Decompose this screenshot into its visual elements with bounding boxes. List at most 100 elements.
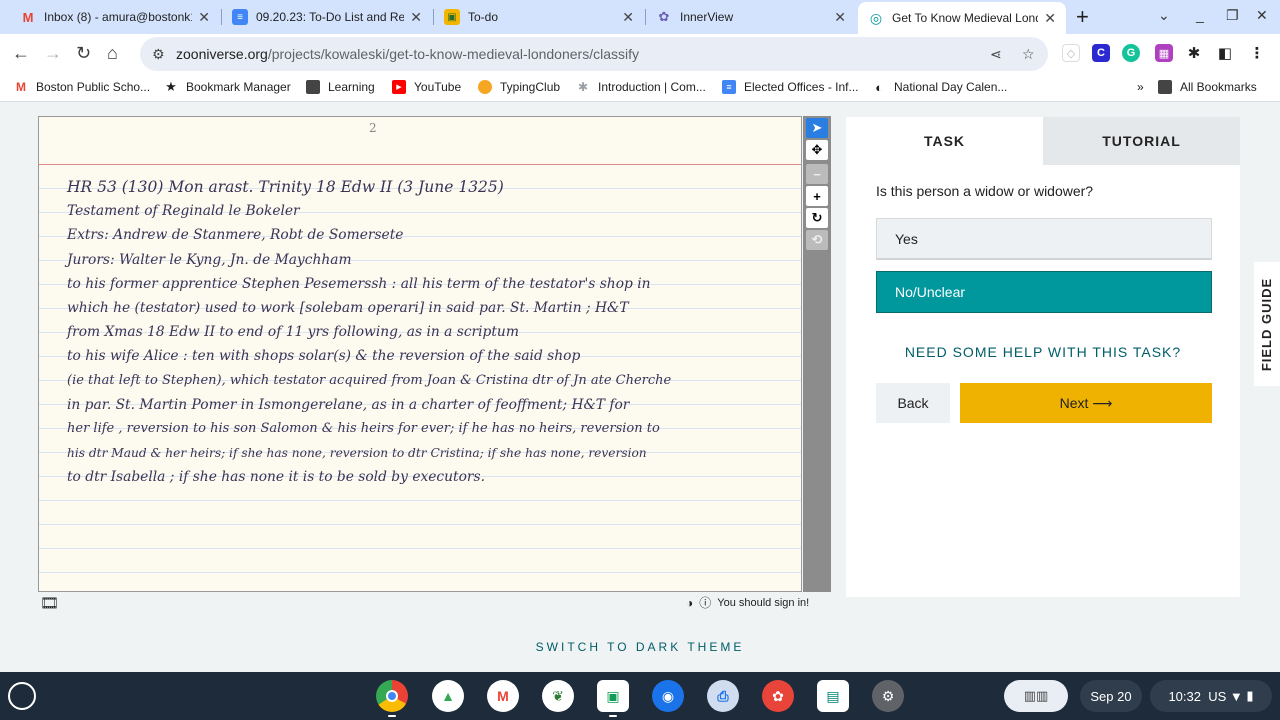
zoom-out-icon[interactable]: − [806,164,828,184]
shield-extension-icon[interactable]: ◇ [1062,44,1080,62]
reload-icon[interactable]: ↻ [76,43,91,64]
docs-icon: ≡ [722,80,736,94]
back-button[interactable]: Back [876,383,950,423]
tab-title: InnerView [680,10,734,24]
bookmark-item[interactable]: TypingClub [478,80,560,94]
settings-gear-icon[interactable]: ⚙ [872,680,904,712]
gmail-icon: M [22,9,34,25]
camera-icon[interactable]: ◉ [652,680,684,712]
tab-tutorial[interactable]: TUTORIAL [1043,117,1240,165]
answer-yes-button[interactable]: Yes [876,218,1212,260]
grammarly-icon[interactable]: G [1122,44,1140,62]
classroom-icon[interactable]: ▣ [597,680,629,712]
tab-gmail[interactable]: M Inbox (8) - amura@bostonk1 ✕ [10,2,220,32]
web-icon: ✱ [577,80,589,94]
home-icon[interactable]: ⌂ [107,43,118,64]
folder-icon [1158,80,1172,94]
close-icon[interactable]: ✕ [198,9,210,26]
url-path: /projects/kowaleski/get-to-know-medieval… [267,46,639,62]
text-line: her life , reversion to his son Salomon … [67,420,660,436]
bookmark-item[interactable]: Learning [306,80,375,94]
puzzle-extension-icon[interactable]: ▦ [1155,44,1173,62]
bookmark-label: Boston Public Scho... [36,80,151,94]
text-line: HR 53 (130) Mon arast. Trinity 18 Edw II… [67,178,504,196]
paint-icon[interactable]: ✿ [762,680,794,712]
maximize-icon[interactable]: ❐ [1226,7,1239,24]
tab-search-icon[interactable]: ⌄ [1158,7,1170,24]
address-bar[interactable]: zooniverse.org/projects/kowaleski/get-to… [140,37,1048,71]
tab-docs[interactable]: ≡ 09.20.23: To-Do List and Re ✕ [222,2,432,32]
tab-task[interactable]: TASK [846,117,1043,165]
battery-icon: ▮ [1246,688,1254,703]
tab-innerview[interactable]: ✿ InnerView ✕ [646,2,856,32]
more-bookmarks-button[interactable]: » [1137,80,1144,94]
help-link[interactable]: NEED SOME HELP WITH THIS TASK? [846,344,1240,360]
text-line: from Xmas 18 Edw II to end of 11 yrs fol… [67,324,519,341]
task-question: Is this person a widow or widower? [876,183,1094,199]
bookmark-item[interactable]: ▶ YouTube [392,80,461,94]
launcher-icon[interactable] [8,682,36,710]
gmail-icon[interactable]: M [487,680,519,712]
forward-arrow-icon[interactable]: → [44,43,62,64]
zoom-in-icon[interactable]: + [806,186,828,206]
move-icon[interactable]: ✥ [806,140,828,160]
bookmark-star-icon[interactable]: ☆ [1022,46,1035,63]
sign-in-notice: ◑ ⓘ You should sign in! [686,594,809,611]
image-toolbar: ➤ ✥ − + ↻ ⟲ [803,116,831,592]
tab-todo[interactable]: ▣ To-do ✕ [434,2,644,32]
bookmark-label: Introduction | Com... [598,80,706,94]
chrome-icon[interactable] [376,680,408,712]
zooniverse-icon: ◎ [869,9,883,26]
google-drive-icon[interactable]: ▲ [432,680,464,712]
new-tab-button[interactable]: + [1076,4,1089,30]
bookmark-label: YouTube [414,80,462,94]
margin-line [39,164,801,165]
info-icon[interactable]: ⓘ [699,594,711,611]
close-icon[interactable]: ✕ [622,9,634,26]
share-icon[interactable]: ⋖ [990,46,1002,63]
extensions-icon[interactable]: ✱ [1185,44,1203,62]
contrast-icon[interactable]: ◑ [686,596,693,610]
locale-text: US [1208,688,1227,704]
filmstrip-icon[interactable]: 🎞 [40,594,59,612]
bookmark-item[interactable]: ✱ Introduction | Com... [576,80,706,94]
back-arrow-icon[interactable]: ← [12,43,30,64]
bookmark-item[interactable]: M Boston Public Scho... [14,80,150,94]
bookmark-item[interactable]: ★ Bookmark Manager [164,79,291,94]
field-guide-button[interactable]: FIELD GUIDE [1254,262,1280,386]
close-icon[interactable]: ✕ [834,9,846,26]
tab-zooniverse[interactable]: ◎ Get To Know Medieval Lond ✕ [858,2,1066,34]
globe-icon: ◐ [875,79,883,95]
c-extension-icon[interactable]: C [1092,44,1110,62]
text-line: to his wife Alice : ten with shops solar… [67,348,581,365]
close-window-icon[interactable]: ✕ [1256,7,1268,24]
dark-theme-toggle[interactable]: SWITCH TO DARK THEME [0,640,1280,654]
bookmark-label: Learning [328,80,375,94]
bookmark-item[interactable]: ◐ National Day Calen... [872,79,1007,95]
close-icon[interactable]: ✕ [1044,10,1056,27]
printer-icon[interactable]: ⎙ [707,680,739,712]
answer-no-unclear-button[interactable]: No/Unclear [876,271,1212,313]
holding-space-icon[interactable]: ▥▥ [1004,680,1068,712]
text-line: his dtr Maud & her heirs; if she has non… [67,446,647,461]
date-tray[interactable]: Sep 20 [1080,680,1142,712]
rotate-icon[interactable]: ↻ [806,208,828,228]
pointer-icon[interactable]: ➤ [806,118,828,138]
app-icon[interactable]: ❦ [542,680,574,712]
reset-icon[interactable]: ⟲ [806,230,828,250]
reader-icon[interactable]: ▤ [817,680,849,712]
bookmark-item[interactable]: ≡ Elected Offices - Inf... [722,80,859,94]
sign-in-text: You should sign in! [717,596,810,609]
all-bookmarks[interactable]: All Bookmarks [1158,80,1257,94]
site-info-icon[interactable]: ⚙ [152,46,165,63]
minimize-icon[interactable]: _ [1196,7,1204,23]
innerview-icon: ✿ [658,9,670,24]
status-tray[interactable]: 10:32 US ▼ ▮ [1150,680,1272,712]
typingclub-icon [478,80,492,94]
close-icon[interactable]: ✕ [410,9,422,26]
text-line: (ie that left to Stephen), which testato… [67,372,672,388]
subject-image[interactable]: 2 HR 53 (130) Mon arast. Trinity 18 Edw … [38,116,802,592]
side-panel-icon[interactable]: ◧ [1216,44,1234,62]
next-button[interactable]: Next ⟶ [960,383,1212,423]
menu-icon[interactable]: ⋮ [1248,44,1266,62]
